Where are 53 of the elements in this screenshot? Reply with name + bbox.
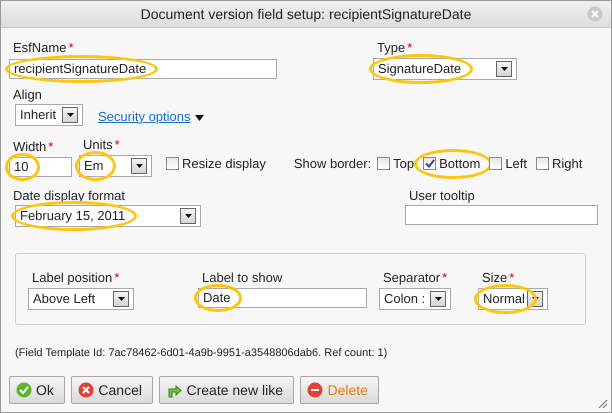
checkbox-label: Right bbox=[552, 155, 582, 173]
required-mark: * bbox=[48, 139, 54, 154]
border-checkbox[interactable] bbox=[423, 157, 436, 170]
required-mark: * bbox=[68, 40, 74, 55]
field-label: Date display format bbox=[13, 188, 125, 204]
minus-circle-icon bbox=[307, 382, 324, 398]
required-mark: * bbox=[442, 270, 448, 285]
caret-icon bbox=[118, 296, 124, 300]
label-position-select[interactable]: Above Left bbox=[28, 288, 134, 310]
x-circle-icon bbox=[78, 382, 94, 398]
checkbox-label: Left bbox=[505, 155, 527, 173]
field-label: Label position bbox=[32, 270, 112, 286]
field-label: EsfName bbox=[13, 40, 66, 56]
required-mark: * bbox=[114, 137, 120, 152]
field-label: Size bbox=[482, 270, 508, 286]
security-options-link[interactable]: Security options bbox=[98, 106, 190, 126]
caret-icon bbox=[194, 115, 204, 121]
field-label: Show border: bbox=[294, 155, 372, 173]
resize-grip-icon bbox=[598, 399, 608, 409]
resize-display-checkbox[interactable] bbox=[166, 157, 179, 170]
field-label: Align bbox=[13, 86, 42, 102]
required-mark: * bbox=[509, 270, 514, 285]
border-checkbox[interactable] bbox=[377, 157, 390, 170]
field-label: Type bbox=[377, 40, 406, 56]
border-checkbox[interactable] bbox=[536, 157, 549, 170]
field-label: User tooltip bbox=[409, 188, 475, 204]
required-mark: * bbox=[114, 270, 120, 285]
check-circle-icon bbox=[16, 382, 32, 398]
required-mark: * bbox=[407, 40, 412, 55]
checkmark-icon bbox=[424, 159, 435, 168]
caret-icon bbox=[434, 296, 442, 300]
field-label: Width bbox=[13, 139, 46, 155]
create-new-like-button[interactable]: Create new like bbox=[159, 376, 294, 404]
caret-icon bbox=[500, 66, 508, 70]
checkbox-label: Resize display bbox=[182, 155, 266, 173]
template-info: (Field Template Id: 7ac78462-6d01-4a9b-9951-a3548806dab6. Ref count: 1) bbox=[15, 346, 388, 360]
window-title: Document version field setup: recipientSignatureDate bbox=[140, 4, 472, 24]
separator-select[interactable]: Colon : bbox=[379, 288, 451, 310]
cancel-button[interactable]: Cancel bbox=[71, 376, 153, 404]
caret-icon bbox=[136, 164, 142, 168]
field-label: Units bbox=[83, 137, 113, 153]
ok-button[interactable]: Ok bbox=[9, 376, 65, 404]
field-label: Separator bbox=[383, 270, 440, 286]
checkbox-label: Bottom bbox=[439, 155, 480, 173]
align-select[interactable]: Inherit bbox=[15, 104, 83, 126]
caret-icon bbox=[184, 214, 192, 218]
field-label: Label to show bbox=[202, 270, 282, 286]
arrow-icon bbox=[166, 382, 182, 398]
caret-icon bbox=[532, 296, 538, 300]
checkbox-label: Top bbox=[393, 155, 414, 173]
tooltip-field[interactable] bbox=[405, 205, 598, 225]
caret-icon bbox=[66, 113, 74, 117]
border-checkbox[interactable] bbox=[489, 157, 502, 170]
